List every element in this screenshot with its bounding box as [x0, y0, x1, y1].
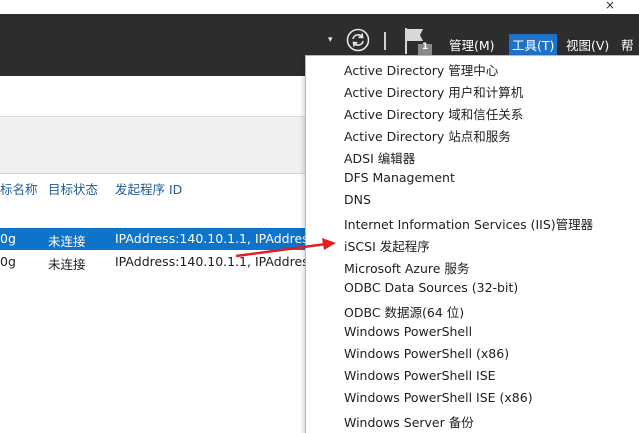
cell-name: 0g	[0, 231, 16, 246]
cell-initiator: IPAddress:140.10.1.1, IPAddress:1	[115, 254, 328, 269]
table-row[interactable]: 0g 未连接 IPAddress:140.10.1.1, IPAddress:1	[0, 228, 327, 250]
menu-item-odbc-64[interactable]: ODBC 数据源(64 位)	[344, 302, 464, 322]
menu-manage[interactable]: 管理(M)	[446, 34, 498, 55]
chevron-down-icon[interactable]: ▾	[328, 35, 333, 45]
sub-header	[0, 76, 306, 117]
menu-item-azure-services[interactable]: Microsoft Azure 服务	[344, 258, 469, 278]
menu-item-ad-domains-trusts[interactable]: Active Directory 域和信任关系	[344, 104, 523, 124]
refresh-icon[interactable]	[346, 28, 370, 52]
menu-tools[interactable]: 工具(T)	[509, 34, 558, 55]
cell-initiator: IPAddress:140.10.1.1, IPAddress:1	[115, 231, 328, 246]
top-strip	[0, 0, 639, 14]
filter-bar	[0, 117, 306, 174]
notification-count-badge: 1	[422, 42, 429, 52]
column-header-name[interactable]: 标名称	[0, 179, 38, 198]
menu-item-ad-sites-services[interactable]: Active Directory 站点和服务	[344, 126, 511, 146]
menu-item-ad-admin-center[interactable]: Active Directory 管理中心	[344, 60, 498, 80]
menu-item-powershell[interactable]: Windows PowerShell	[344, 324, 472, 344]
menu-item-iscsi-initiator[interactable]: iSCSI 发起程序	[344, 236, 430, 256]
menu-item-dns[interactable]: DNS	[344, 192, 371, 212]
menu-item-powershell-ise[interactable]: Windows PowerShell ISE	[344, 368, 496, 388]
menu-item-dfs-management[interactable]: DFS Management	[344, 170, 455, 190]
column-header-status[interactable]: 目标状态	[48, 179, 98, 198]
tools-dropdown-menu: Active Directory 管理中心 Active Directory 用…	[305, 55, 639, 433]
menu-item-server-backup[interactable]: Windows Server 备份	[344, 412, 474, 432]
menu-item-powershell-ise-x86[interactable]: Windows PowerShell ISE (x86)	[344, 390, 533, 410]
menu-item-iis-manager[interactable]: Internet Information Services (IIS)管理器	[344, 214, 593, 234]
menu-view[interactable]: 视图(V)	[563, 34, 612, 55]
menu-item-adsi-edit[interactable]: ADSI 编辑器	[344, 148, 415, 168]
menu-item-odbc-32[interactable]: ODBC Data Sources (32-bit)	[344, 280, 518, 300]
toolbar-separator	[384, 32, 386, 50]
menu-item-powershell-x86[interactable]: Windows PowerShell (x86)	[344, 346, 509, 366]
cell-status: 未连接	[48, 257, 86, 272]
menu-item-ad-users-computers[interactable]: Active Directory 用户和计算机	[344, 82, 523, 102]
cell-name: 0g	[0, 254, 16, 269]
column-header-initiator[interactable]: 发起程序 ID	[115, 179, 182, 198]
notifications-flag-icon[interactable]: 1	[403, 27, 433, 55]
close-icon[interactable]: ×	[605, 0, 615, 12]
table-row[interactable]: 0g 未连接 IPAddress:140.10.1.1, IPAddress:1	[0, 251, 327, 273]
cell-status: 未连接	[48, 234, 86, 249]
